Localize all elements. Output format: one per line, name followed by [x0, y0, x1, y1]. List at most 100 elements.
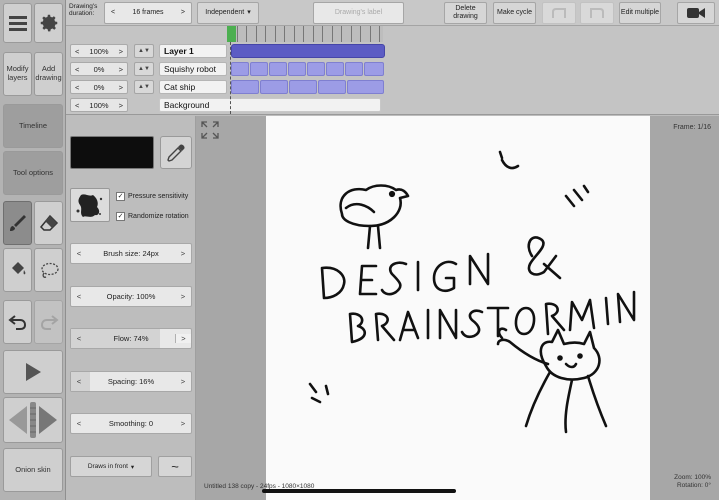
delete-drawing-button[interactable]: Delete drawing	[444, 2, 487, 24]
drawing-cell[interactable]	[250, 62, 268, 76]
duration-stepper[interactable]: < 16 frames >	[104, 2, 192, 24]
brush-size-slider[interactable]: < Brush size: 24px >	[70, 243, 192, 264]
onion-skin-button[interactable]: Onion skin	[3, 448, 63, 492]
layer-track[interactable]	[231, 80, 387, 94]
undo-button[interactable]	[3, 300, 32, 344]
zoom-level: Zoom: 100%	[674, 473, 711, 481]
drawing-cell[interactable]	[345, 62, 363, 76]
layer-reorder-button[interactable]: ▲▼	[134, 62, 154, 76]
brush-preview[interactable]	[70, 188, 110, 222]
drawing-cell[interactable]	[288, 62, 306, 76]
layer-name[interactable]: Background	[159, 98, 381, 112]
layer-reorder-button[interactable]: ▲▼	[134, 80, 154, 94]
layer-name[interactable]: Squishy robot	[159, 62, 227, 76]
edit-multiple-label: Edit multiple	[620, 9, 660, 17]
decrement-arrow-icon[interactable]: <	[71, 419, 87, 428]
layer-name[interactable]: Cat ship	[159, 80, 227, 94]
fill-tool-button[interactable]	[3, 248, 32, 292]
drawing-cell[interactable]	[269, 62, 287, 76]
drawing-cell[interactable]	[260, 80, 288, 94]
layer-opacity-stepper[interactable]: <100% >	[70, 44, 128, 58]
drawing-cell[interactable]	[231, 62, 249, 76]
fullscreen-button[interactable]	[200, 120, 220, 140]
layer-opacity-value: 100%	[89, 46, 109, 56]
menu-button[interactable]	[3, 3, 32, 43]
smoothing-slider[interactable]: < Smoothing: 0 >	[70, 413, 192, 434]
eyedropper-button[interactable]	[160, 136, 192, 169]
record-button[interactable]	[677, 2, 715, 24]
tool-options-button[interactable]: Tool options	[3, 151, 63, 195]
layer-opacity-stepper[interactable]: <0% >	[70, 80, 128, 94]
layer-track[interactable]	[231, 44, 387, 58]
video-camera-icon	[687, 8, 705, 18]
brush-tool-button[interactable]	[3, 201, 32, 245]
pressure-sensitivity-checkbox[interactable]: ✓ Pressure sensitivity	[116, 192, 188, 201]
drawing-cell[interactable]	[231, 44, 385, 58]
decrement-arrow-icon[interactable]: <	[71, 334, 87, 343]
drawing-cell[interactable]	[364, 62, 384, 76]
decrement-arrow-icon[interactable]: <	[71, 249, 87, 258]
onion-skin-label: Onion skin	[15, 464, 51, 474]
settings-button[interactable]	[34, 3, 63, 43]
top-bar: Drawing's duration: < 16 frames > Indepe…	[66, 0, 719, 26]
tool-options-panel: ✓ Pressure sensitivity ✓ Randomize rotat…	[66, 116, 196, 500]
drawing-cell[interactable]	[318, 80, 346, 94]
increment-arrow-icon[interactable]: >	[175, 292, 191, 301]
drawing-canvas[interactable]	[266, 116, 650, 500]
edit-multiple-button[interactable]: Edit multiple	[619, 2, 661, 24]
expand-icon	[201, 121, 219, 139]
drawing-cell[interactable]	[231, 80, 259, 94]
increment-arrow-icon[interactable]: >	[175, 419, 191, 428]
opacity-slider[interactable]: < Opacity: 100% >	[70, 286, 192, 307]
decrement-arrow-icon[interactable]: <	[71, 292, 87, 301]
home-indicator[interactable]	[262, 489, 456, 493]
lasso-tool-button[interactable]	[34, 248, 63, 292]
make-cycle-button[interactable]: Make cycle	[493, 2, 536, 24]
modify-layers-button[interactable]: Modify layers	[3, 52, 32, 96]
spacing-slider[interactable]: < Spacing: 16% >	[70, 371, 192, 392]
frame-scrubber[interactable]	[3, 397, 63, 443]
increment-arrow-icon[interactable]: >	[181, 9, 185, 17]
timeline-button[interactable]: Timeline	[3, 104, 63, 148]
decrement-arrow-icon[interactable]: <	[71, 377, 87, 386]
increment-arrow-icon[interactable]: >	[175, 377, 191, 386]
increment-arrow-icon[interactable]: >	[175, 334, 191, 343]
cycle-left-button[interactable]	[542, 2, 576, 24]
drawing-cell[interactable]	[289, 80, 317, 94]
checkmark-icon: ✓	[116, 212, 125, 221]
randomize-rotation-checkbox[interactable]: ✓ Randomize rotation	[116, 212, 189, 221]
layer-opacity-stepper[interactable]: <100% >	[70, 98, 128, 112]
decrement-arrow-icon[interactable]: <	[111, 9, 115, 17]
drawing-cell[interactable]	[307, 62, 325, 76]
timeline-panel: <100% > ▲▼ Layer 1 <0% > ▲▼ Squishy robot	[66, 26, 719, 115]
play-button[interactable]	[3, 350, 63, 394]
layer-opacity-stepper[interactable]: <0% >	[70, 62, 128, 76]
increment-arrow-icon[interactable]: >	[175, 249, 191, 258]
flow-slider[interactable]: < Flow: 74% >	[70, 328, 192, 349]
layer-name[interactable]: Layer 1	[159, 44, 227, 58]
layer-reorder-button[interactable]: ▲▼	[134, 44, 154, 58]
paint-bucket-icon	[11, 262, 25, 275]
smoothing-value: Smoothing: 0	[108, 419, 154, 428]
drawing-label-input[interactable]: Drawing's label	[313, 2, 404, 24]
cycle-right-button[interactable]	[580, 2, 614, 24]
draw-mode-dropdown[interactable]: Draws in front ▾	[70, 456, 152, 477]
eraser-tool-button[interactable]	[34, 201, 63, 245]
make-cycle-label: Make cycle	[496, 9, 532, 17]
cycle-left-icon	[552, 8, 566, 18]
drawing-cell[interactable]	[347, 80, 384, 94]
frame-ruler[interactable]	[227, 26, 383, 42]
timing-mode-dropdown[interactable]: Independent ▾	[197, 2, 259, 24]
timeline-label: Timeline	[18, 120, 48, 130]
pressure-curve-button[interactable]: ~	[158, 456, 192, 477]
add-drawing-label: Add drawing	[35, 64, 62, 82]
color-swatch[interactable]	[70, 136, 154, 169]
cycle-right-icon	[590, 8, 604, 18]
playhead	[230, 42, 231, 114]
layer-track[interactable]	[231, 62, 387, 76]
timing-mode-value: Independent	[205, 9, 245, 17]
drawing-cell[interactable]	[326, 62, 344, 76]
redo-button[interactable]	[34, 300, 63, 344]
add-drawing-button[interactable]: Add drawing	[34, 52, 63, 96]
play-icon	[26, 363, 41, 381]
